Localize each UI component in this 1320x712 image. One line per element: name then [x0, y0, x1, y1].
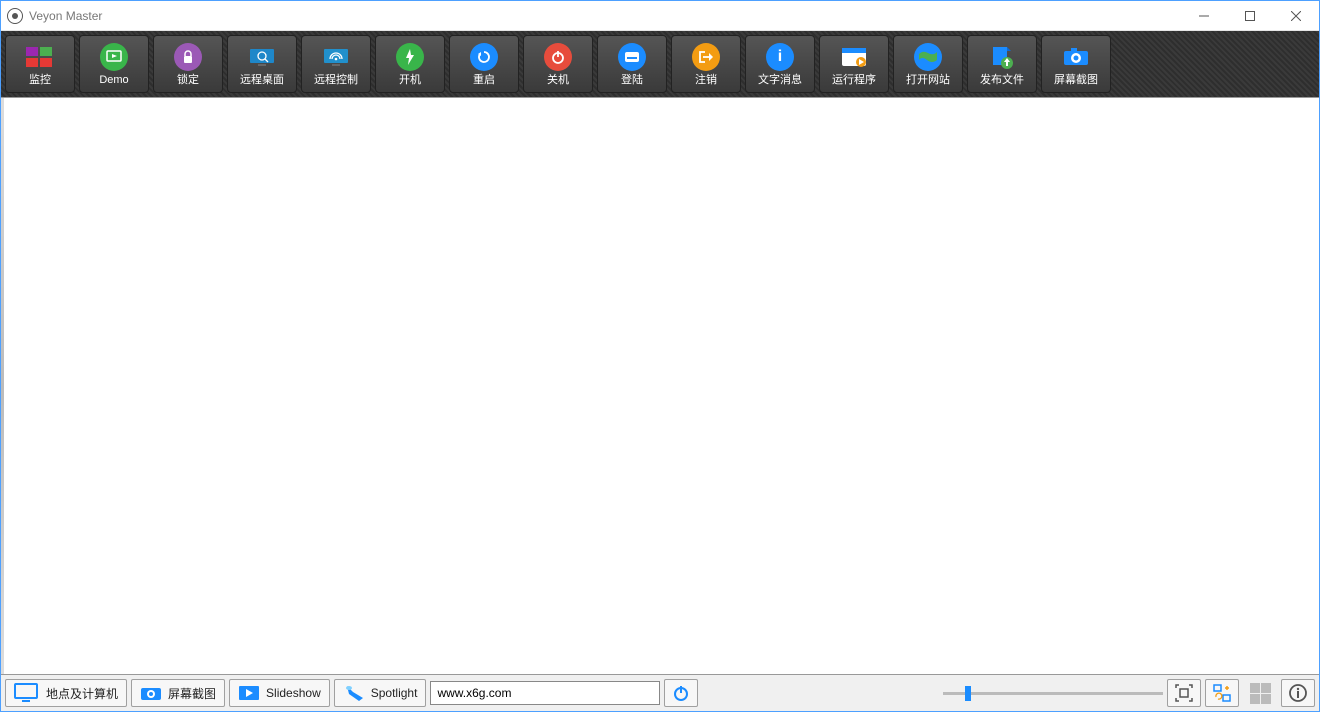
- minimize-button[interactable]: [1181, 1, 1227, 31]
- grid-view-button[interactable]: [1243, 679, 1277, 707]
- lock-icon: [174, 43, 202, 71]
- power-off-icon: [544, 43, 572, 71]
- remote-control-icon: [322, 43, 350, 71]
- fit-icon: [1174, 683, 1194, 703]
- toolbar-label: 远程桌面: [240, 75, 284, 86]
- publish-file-icon: [988, 43, 1016, 71]
- screenshots-panel-button[interactable]: 屏幕截图: [131, 679, 225, 707]
- toolbar-label: 锁定: [177, 75, 199, 86]
- panel-button-label: 屏幕截图: [168, 685, 216, 702]
- slideshow-icon: [238, 685, 260, 701]
- screenshot-button[interactable]: 屏幕截图: [1041, 35, 1111, 93]
- titlebar: Veyon Master: [1, 1, 1319, 31]
- power-on-button[interactable]: 开机: [375, 35, 445, 93]
- toolbar-label: 重启: [473, 75, 495, 86]
- panel-button-label: Spotlight: [371, 686, 418, 700]
- close-button[interactable]: [1273, 1, 1319, 31]
- publish-file-button[interactable]: 发布文件: [967, 35, 1037, 93]
- power-session-button[interactable]: [664, 679, 698, 707]
- demo-icon: [100, 43, 128, 71]
- remote-desktop-icon: [248, 43, 276, 71]
- run-program-icon: [840, 43, 868, 71]
- open-website-button[interactable]: 打开网站: [893, 35, 963, 93]
- toolbar-label: 屏幕截图: [1054, 75, 1098, 86]
- remote-control-button[interactable]: 远程控制: [301, 35, 371, 93]
- slider-track: [943, 692, 1163, 695]
- toolbar-label: 关机: [547, 75, 569, 86]
- info-icon: [1288, 683, 1308, 703]
- reboot-icon: [470, 43, 498, 71]
- remote-desktop-button[interactable]: 远程桌面: [227, 35, 297, 93]
- maximize-button[interactable]: [1227, 1, 1273, 31]
- minimize-icon: [1199, 11, 1209, 21]
- panel-button-label: 地点及计算机: [46, 685, 118, 702]
- auto-arrange-button[interactable]: [1205, 679, 1239, 707]
- toolbar-label: Demo: [99, 75, 128, 86]
- monitor-button[interactable]: 监控: [5, 35, 75, 93]
- app-icon: [7, 8, 23, 24]
- bottom-toolbar: 地点及计算机 屏幕截图 Slideshow Spotlight: [1, 675, 1319, 711]
- power-on-icon: [396, 43, 424, 71]
- camera-icon: [1062, 43, 1090, 71]
- info-button[interactable]: [1281, 679, 1315, 707]
- url-input[interactable]: [430, 681, 660, 705]
- login-icon: [618, 43, 646, 71]
- logout-icon: [692, 43, 720, 71]
- demo-button[interactable]: Demo: [79, 35, 149, 93]
- zoom-slider[interactable]: [943, 679, 1163, 707]
- camera-small-icon: [140, 685, 162, 701]
- close-icon: [1291, 11, 1301, 21]
- toolbar-label: 监控: [29, 75, 51, 86]
- reboot-button[interactable]: 重启: [449, 35, 519, 93]
- slideshow-panel-button[interactable]: Slideshow: [229, 679, 330, 707]
- maximize-icon: [1245, 11, 1255, 21]
- slider-thumb[interactable]: [965, 686, 971, 701]
- toolbar-label: 远程控制: [314, 75, 358, 86]
- monitor-icon: [26, 43, 54, 71]
- text-message-icon: i: [766, 43, 794, 71]
- panel-button-label: Slideshow: [266, 686, 321, 700]
- toolbar-label: 文字消息: [758, 75, 802, 86]
- spotlight-icon: [343, 684, 365, 702]
- grid-icon: [1250, 683, 1271, 704]
- toolbar-label: 运行程序: [832, 75, 876, 86]
- main-content-area: [1, 97, 1319, 675]
- globe-icon: [914, 43, 942, 71]
- fit-view-button[interactable]: [1167, 679, 1201, 707]
- login-button[interactable]: 登陆: [597, 35, 667, 93]
- toolbar-label: 注销: [695, 75, 717, 86]
- toolbar-label: 开机: [399, 75, 421, 86]
- spotlight-panel-button[interactable]: Spotlight: [334, 679, 427, 707]
- toolbar-label: 登陆: [621, 75, 643, 86]
- toolbar-label: 打开网站: [906, 75, 950, 86]
- power-off-button[interactable]: 关机: [523, 35, 593, 93]
- text-message-button[interactable]: i 文字消息: [745, 35, 815, 93]
- lock-button[interactable]: 锁定: [153, 35, 223, 93]
- toolbar-label: 发布文件: [980, 75, 1024, 86]
- power-icon: [672, 684, 690, 702]
- arrange-icon: [1212, 683, 1232, 703]
- app-window: Veyon Master 监控 Demo: [0, 0, 1320, 712]
- run-program-button[interactable]: 运行程序: [819, 35, 889, 93]
- main-toolbar: 监控 Demo 锁定 远程桌面 远程控制: [1, 31, 1319, 97]
- logout-button[interactable]: 注销: [671, 35, 741, 93]
- app-title: Veyon Master: [29, 9, 102, 23]
- locations-panel-button[interactable]: 地点及计算机: [5, 679, 127, 707]
- monitor-icon: [14, 683, 40, 703]
